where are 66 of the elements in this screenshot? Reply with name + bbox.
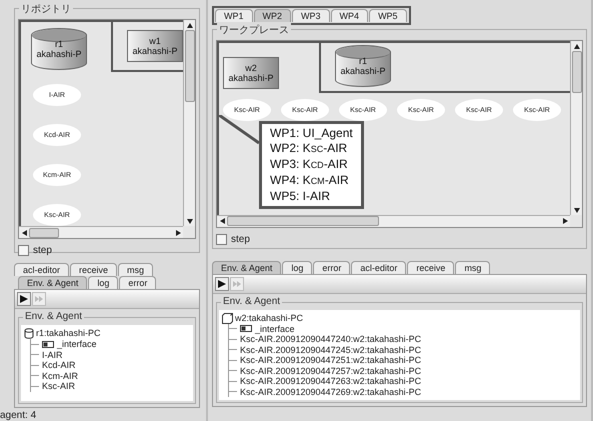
tree-item[interactable]: r1:takahashi-PC <box>36 328 101 339</box>
step-label: step <box>231 234 250 244</box>
window-icon <box>42 340 54 348</box>
tab[interactable]: error <box>119 276 156 289</box>
tab[interactable]: receive <box>70 263 118 276</box>
left-arrow-icon[interactable] <box>20 228 28 236</box>
database-node[interactable]: r1 akahashi-P <box>335 45 391 87</box>
tree-item[interactable]: Ksc-AIR.200912090447263:w2:takahashi-PC <box>240 376 422 386</box>
step-label: step <box>33 245 52 256</box>
legend-line: WP5: I-AIR <box>270 189 332 204</box>
tree-item[interactable]: Ksc-AIR.200912090447257:w2:takahashi-PC <box>240 366 422 376</box>
up-arrow-icon[interactable] <box>186 21 194 29</box>
workplace-node[interactable]: w2 akahashi-P <box>223 57 279 89</box>
tab[interactable]: receive <box>407 260 454 274</box>
tree-item[interactable]: Kcd-AIR <box>42 360 76 370</box>
tree-item[interactable]: _interface <box>255 324 295 334</box>
tree-item[interactable]: Ksc-AIR.200912090447240:w2:takahashi-PC <box>240 334 422 344</box>
tab[interactable]: acl-editor <box>14 263 70 276</box>
tab[interactable]: acl-editor <box>351 260 406 274</box>
tab[interactable]: log <box>88 276 118 289</box>
horizontal-scrollbar[interactable] <box>19 226 183 238</box>
step-checkbox[interactable] <box>18 245 29 256</box>
panel-title: Env. & Agent <box>221 296 282 306</box>
left-arrow-icon[interactable] <box>218 217 226 225</box>
panel-title: Env. & Agent <box>23 311 84 322</box>
tab[interactable]: WP2 <box>254 9 292 22</box>
tab[interactable]: WP5 <box>369 9 407 22</box>
down-arrow-icon[interactable] <box>572 206 580 214</box>
tab[interactable]: Env. & Agent <box>18 276 88 289</box>
cube-icon <box>222 312 233 324</box>
tab[interactable]: WP1 <box>215 9 253 22</box>
right-arrow-icon[interactable] <box>561 217 569 225</box>
panel-title: ワークプレース <box>217 23 291 37</box>
scroll-thumb[interactable] <box>184 30 194 102</box>
tab[interactable]: WP3 <box>292 9 330 22</box>
tab[interactable]: msg <box>455 260 490 274</box>
window-icon <box>240 325 252 332</box>
tab[interactable]: error <box>313 260 350 274</box>
tree-item[interactable]: Ksc-AIR.200912090447269:w2:takahashi-PC <box>240 386 422 397</box>
tree-item[interactable]: I-AIR <box>42 350 63 360</box>
tab[interactable]: log <box>282 260 312 274</box>
horizontal-scrollbar[interactable] <box>217 214 570 226</box>
tree-item[interactable]: Ksc-AIR.200912090447251:w2:takahashi-PC <box>240 355 422 366</box>
step-checkbox[interactable] <box>216 234 227 244</box>
right-arrow-icon[interactable] <box>174 228 182 236</box>
tab[interactable]: Env. & Agent <box>212 260 282 274</box>
tab[interactable]: msg <box>118 263 154 276</box>
tab[interactable]: WP4 <box>330 9 368 22</box>
tree-item[interactable]: w2:takahashi-PC <box>235 312 304 324</box>
scroll-thumb[interactable] <box>572 51 582 93</box>
database-icon <box>24 328 34 339</box>
tree-item[interactable]: _interface <box>57 339 97 350</box>
database-node[interactable]: r1 akahashi-P <box>31 28 87 70</box>
scroll-thumb[interactable] <box>29 228 59 238</box>
tree-item[interactable]: Kcm-AIR <box>42 370 78 381</box>
vertical-scrollbar[interactable] <box>183 20 195 226</box>
panel-title: リポジトリ <box>19 2 73 16</box>
workplace-node[interactable]: w1 akahashi-P <box>127 30 183 62</box>
tree-item[interactable]: Ksc-AIR.200912090447245:w2:takahashi-PC <box>240 344 422 355</box>
up-arrow-icon[interactable] <box>572 42 580 50</box>
scroll-thumb[interactable] <box>227 216 379 226</box>
vertical-scrollbar[interactable] <box>570 41 582 214</box>
status-text: agent: 4 <box>0 409 38 421</box>
tree-item[interactable]: Ksc-AIR <box>42 381 76 392</box>
down-arrow-icon[interactable] <box>186 217 194 225</box>
legend-line: WP1: UI_Agent <box>270 126 353 141</box>
